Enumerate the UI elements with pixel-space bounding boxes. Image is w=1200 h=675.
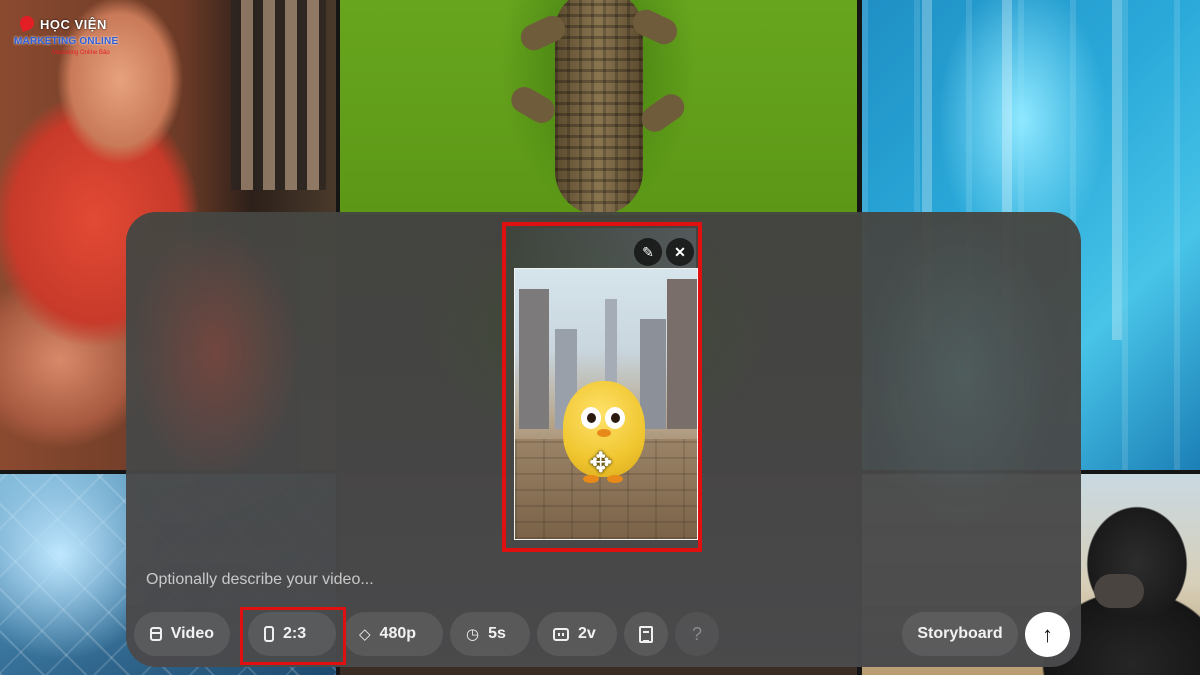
video-icon	[150, 627, 162, 641]
video-type-label: Video	[170, 625, 214, 642]
brand-logo: HỌC VIỆN MARKETING ONLINE Marketing Onli…	[12, 14, 132, 64]
remove-image-button[interactable]: ✕	[666, 238, 694, 266]
duration-button[interactable]: ◷ 5s	[450, 612, 530, 656]
storyboard-label: Storyboard	[917, 625, 1003, 642]
submit-button[interactable]: ↑	[1025, 612, 1070, 657]
crocodile-leg	[506, 82, 560, 128]
building	[667, 279, 697, 429]
beak	[597, 429, 611, 437]
crocodile-figure	[555, 0, 643, 215]
variations-button[interactable]: 2v	[537, 612, 617, 656]
document-icon	[639, 625, 653, 643]
diamond-icon: ◇	[359, 625, 371, 643]
image-preview-highlight: ✥ ✎ ✕	[502, 222, 702, 552]
help-button[interactable]: ?	[675, 612, 719, 656]
video-composer-panel: ✥ ✎ ✕ Video 2:3 ◇ 480p ◷ 5s 2v ? Storybo…	[126, 212, 1081, 667]
aspect-ratio-highlight	[240, 607, 346, 665]
prompt-input[interactable]	[144, 564, 888, 596]
logo-subtitle: MARKETING ONLINE	[14, 36, 119, 47]
duration-label: 5s	[488, 625, 506, 642]
timer-icon: ◷	[466, 625, 480, 643]
logo-tagline: Marketing Online Bảo	[52, 50, 110, 56]
help-label: ?	[691, 623, 702, 644]
eye	[605, 407, 625, 429]
presets-button[interactable]	[624, 612, 668, 656]
eye	[581, 407, 601, 429]
building	[519, 289, 549, 429]
gallery-thumbnail-crocodile[interactable]	[340, 0, 857, 215]
edit-image-button[interactable]: ✎	[634, 238, 662, 266]
resolution-button[interactable]: ◇ 480p	[343, 612, 443, 656]
variations-icon	[553, 627, 569, 641]
close-icon: ✕	[674, 244, 686, 260]
background-window	[231, 0, 326, 190]
building	[640, 319, 666, 429]
move-icon[interactable]: ✥	[589, 449, 612, 477]
logo-title: HỌC VIỆN	[40, 17, 107, 32]
uploaded-image-preview[interactable]: ✥	[514, 268, 698, 540]
storyboard-button[interactable]: Storyboard	[902, 612, 1018, 656]
pool-light-stripe	[1112, 0, 1122, 340]
variations-label: 2v	[578, 625, 596, 642]
video-type-button[interactable]: Video	[134, 612, 230, 656]
logo-mark-icon	[18, 14, 36, 32]
resolution-label: 480p	[379, 625, 417, 642]
pencil-icon: ✎	[642, 244, 654, 260]
crocodile-leg	[636, 89, 690, 137]
arrow-up-icon: ↑	[1042, 621, 1053, 647]
gorilla-face	[1094, 574, 1144, 608]
